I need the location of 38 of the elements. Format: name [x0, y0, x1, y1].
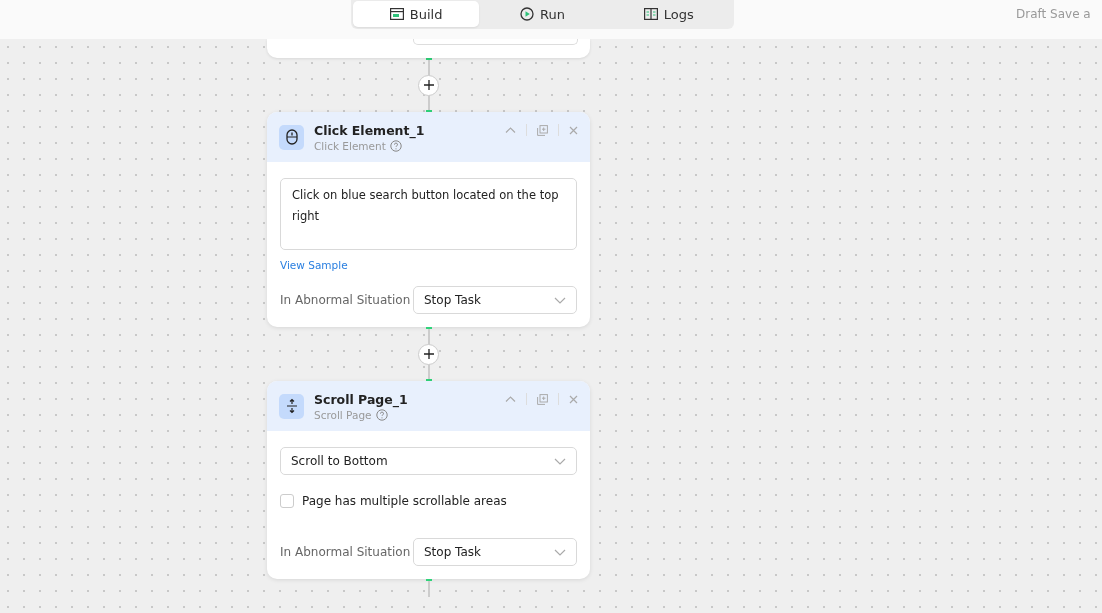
plus-icon: [422, 348, 435, 360]
collapse-icon[interactable]: [505, 126, 516, 134]
scroll-mode-select[interactable]: Scroll to Bottom: [280, 447, 577, 475]
select-field[interactable]: [413, 39, 578, 45]
help-icon[interactable]: [375, 408, 388, 421]
node-type: Click Element: [314, 139, 386, 152]
node-title: Scroll Page_1: [314, 391, 409, 407]
abnormal-situation-select[interactable]: Stop Task: [413, 538, 577, 566]
node-type: Scroll Page: [314, 408, 372, 421]
abnormal-situation-label: In Abnormal Situation: [280, 293, 411, 307]
view-sample-link[interactable]: View Sample: [280, 259, 348, 271]
mouse-icon: [279, 124, 304, 150]
draft-status: Draft Save a: [1016, 7, 1091, 21]
duplicate-icon[interactable]: [537, 124, 548, 136]
close-icon[interactable]: [569, 125, 578, 135]
play-icon: [520, 7, 534, 21]
duplicate-icon[interactable]: [537, 393, 548, 405]
close-icon[interactable]: [569, 394, 578, 404]
abnormal-situation-select[interactable]: Stop Task: [413, 286, 577, 314]
node-title: Click Element_1: [314, 122, 426, 138]
abnormal-situation-label: In Abnormal Situation: [280, 545, 411, 559]
layout-icon: [389, 8, 404, 20]
tab[interactable]: Run: [479, 1, 606, 27]
plus-icon: [422, 79, 435, 91]
collapse-icon[interactable]: [505, 395, 516, 403]
add-step-button[interactable]: [418, 343, 439, 365]
chevron-down-icon: [554, 457, 566, 465]
book-icon: [643, 8, 658, 20]
help-icon[interactable]: [389, 139, 402, 152]
checkbox-label: Page has multiple scrollable areas: [302, 494, 507, 508]
add-step-button[interactable]: [418, 74, 439, 96]
tab[interactable]: Build: [353, 1, 480, 27]
chevron-down-icon: [554, 548, 566, 556]
checkbox[interactable]: [280, 494, 294, 508]
description-field[interactable]: Click on blue search button located on the top right: [280, 178, 577, 250]
scroll-icon: [279, 393, 304, 419]
tab[interactable]: Logs: [605, 1, 732, 27]
chevron-down-icon: [554, 296, 566, 304]
